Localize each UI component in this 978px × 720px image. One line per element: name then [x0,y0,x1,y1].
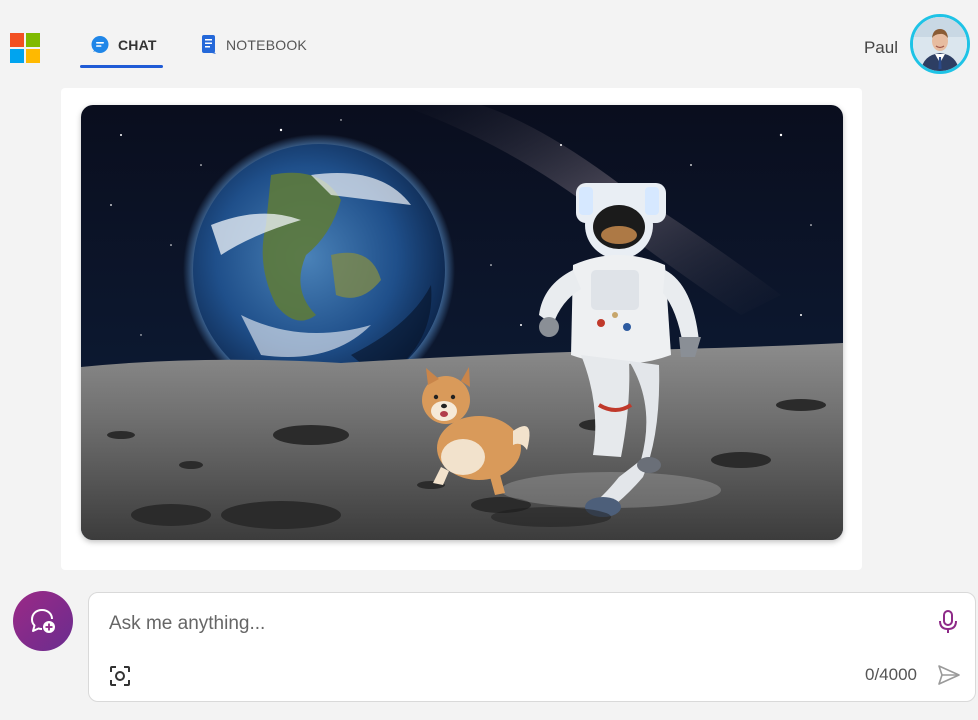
notebook-icon [200,34,218,56]
user-name: Paul [863,38,898,57]
tab-notebook-label: NOTEBOOK [226,37,307,53]
user-photo-icon [913,17,967,71]
header: CHAT NOTEBOOK Paul [0,0,978,90]
chat-input[interactable] [107,609,911,639]
tab-chat-label: CHAT [118,37,157,53]
microphone-icon[interactable] [937,609,959,635]
tab-chat[interactable]: CHAT [80,22,163,68]
new-topic-button[interactable] [13,591,73,651]
copilot-app: CHAT NOTEBOOK Paul Ask me anything... 0/… [0,0,978,720]
new-chat-icon [31,609,55,633]
astronaut-dog-moon-image [81,105,843,540]
visual-search-icon[interactable] [109,665,131,687]
chat-response-card [61,88,862,570]
active-tab-indicator [80,65,163,68]
chat-icon [90,35,110,55]
microsoft-logo-icon [10,33,40,63]
tab-notebook[interactable]: NOTEBOOK [200,22,307,68]
chat-composer: 0/4000 [88,592,976,702]
avatar[interactable] [910,14,970,74]
character-counter: 0/4000 [865,665,917,684]
send-icon[interactable] [937,663,961,687]
generated-image[interactable] [81,105,843,540]
